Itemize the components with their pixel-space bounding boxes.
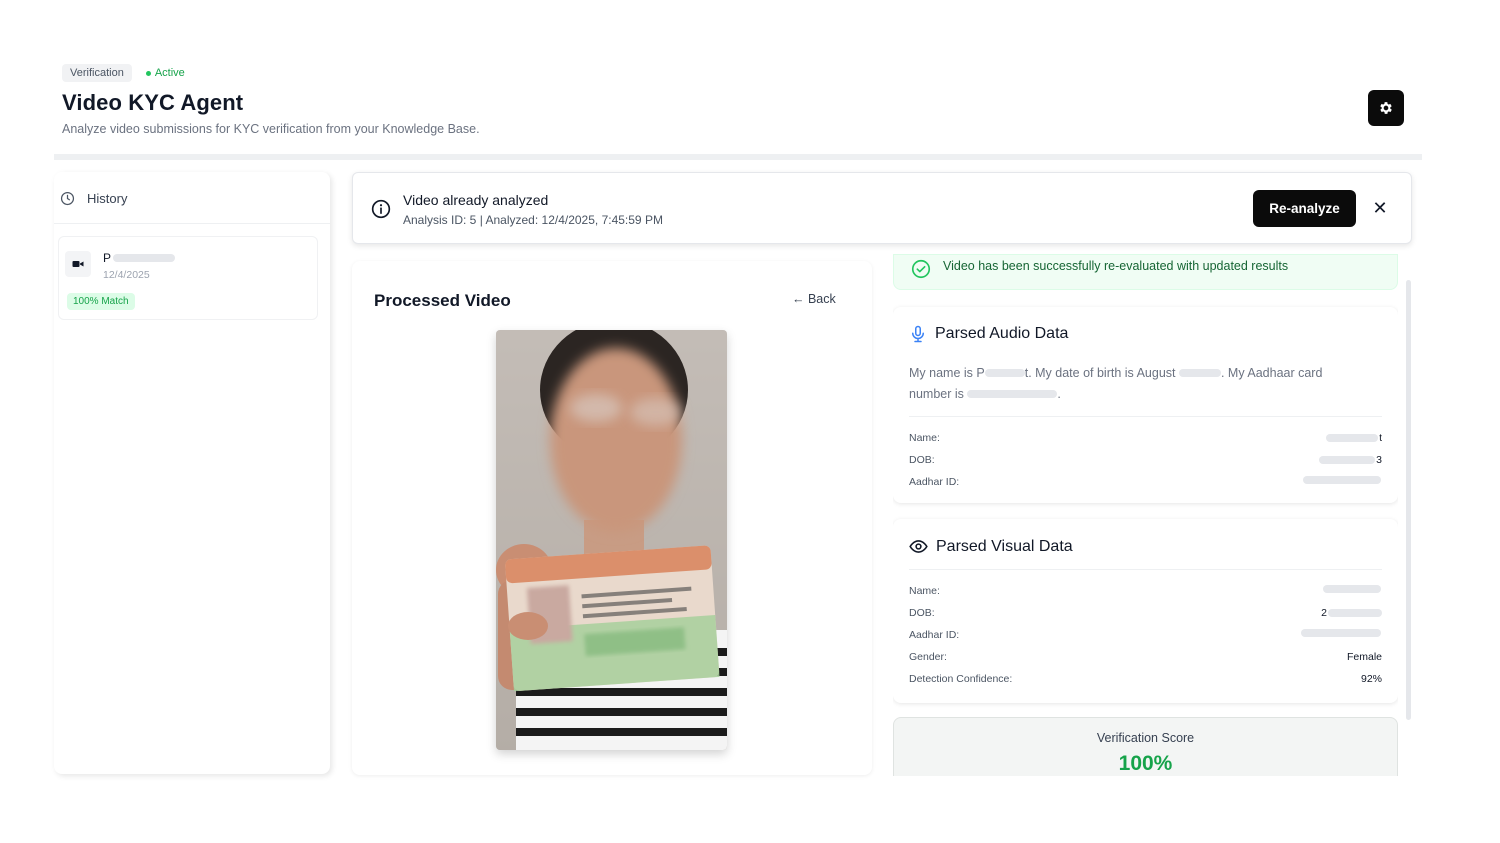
field-label: Gender:: [909, 651, 947, 663]
field-value: t: [1326, 432, 1382, 444]
reanalyze-button[interactable]: Re-analyze: [1253, 190, 1356, 227]
visual-field-row: Aadhar ID:: [909, 629, 1382, 643]
visual-field-row: DOB: 2: [909, 607, 1382, 621]
breadcrumb-verification[interactable]: Verification: [62, 64, 132, 82]
settings-button[interactable]: [1368, 90, 1404, 126]
close-icon[interactable]: ✕: [1371, 197, 1389, 219]
history-item-name: P: [103, 251, 176, 265]
history-sidebar: History P 12/4/2025 100% Match: [54, 172, 330, 774]
visual-field-row: Name:: [909, 585, 1382, 599]
gear-icon: [1380, 102, 1392, 114]
status-badge: Active: [145, 67, 185, 79]
history-title: History: [87, 191, 128, 206]
redacted-text: [967, 390, 1058, 398]
parsed-visual-header: Parsed Visual Data: [909, 537, 1073, 556]
page-title: Video KYC Agent: [62, 90, 244, 115]
audio-field-row: Aadhar ID:: [909, 476, 1382, 490]
match-badge: 100% Match: [67, 293, 135, 310]
video-title: Processed Video: [374, 291, 511, 310]
card-divider: [909, 569, 1382, 570]
audio-transcript: My name is Pt. My date of birth is Augus…: [909, 366, 1323, 401]
field-value: 92%: [1360, 673, 1382, 685]
video-player[interactable]: [496, 330, 727, 750]
field-label: Name:: [909, 432, 940, 444]
info-icon: [371, 199, 391, 219]
field-label: DOB:: [909, 454, 935, 466]
history-header: History: [54, 172, 330, 206]
field-label: Aadhar ID:: [909, 629, 960, 641]
card-divider: [909, 416, 1382, 417]
success-text: Video has been successfully re-evaluated…: [943, 259, 1289, 273]
status-label: Active: [154, 67, 185, 79]
history-item[interactable]: P 12/4/2025 100% Match: [58, 236, 318, 320]
field-label: Name:: [909, 585, 940, 597]
parsed-audio-title: Parsed Audio Data: [935, 325, 1069, 342]
audio-field-row: Name: t: [909, 432, 1382, 446]
notice-meta: Analysis ID: 5 | Analyzed: 12/4/2025, 7:…: [403, 213, 663, 227]
video-frame-image: [496, 330, 727, 750]
parsed-visual-card: Parsed Visual Data Name: DOB: 2 Aadhar I…: [893, 519, 1398, 703]
verification-score-label: Verification Score: [1096, 731, 1195, 745]
field-value: [1323, 585, 1382, 593]
verification-score-card: Verification Score 100%: [893, 717, 1398, 776]
history-item-date: 12/4/2025: [103, 269, 150, 281]
video-icon: [65, 251, 91, 277]
parsed-audio-header: Parsed Audio Data: [909, 325, 1068, 343]
analysis-notice: Video already analyzed Analysis ID: 5 | …: [352, 172, 1412, 244]
parsed-visual-title: Parsed Visual Data: [936, 537, 1073, 555]
redacted-text: [984, 369, 1025, 377]
clock-icon: [60, 191, 75, 206]
field-label: Detection Confidence:: [909, 673, 1013, 685]
notice-title: Video already analyzed: [403, 192, 549, 208]
parsed-audio-card: Parsed Audio Data My name is Pt. My date…: [893, 307, 1398, 503]
processed-video-card: Processed Video ← Back: [352, 261, 872, 775]
field-value: 3: [1319, 454, 1382, 466]
breadcrumb: Verification Active: [62, 64, 1422, 82]
status-dot-icon: [145, 70, 151, 76]
results-scrollbar[interactable]: [1406, 280, 1411, 720]
back-button[interactable]: ← Back: [792, 292, 836, 306]
field-value: [1301, 629, 1382, 637]
header-divider: [54, 154, 1422, 160]
results-column: Video has been successfully re-evaluated…: [893, 254, 1398, 776]
redacted-text: [113, 254, 176, 262]
verification-score-value: 100%: [1118, 752, 1173, 775]
field-label: Aadhar ID:: [909, 476, 960, 488]
field-label: DOB:: [909, 607, 935, 619]
page-header: Verification Active Video KYC Agent Anal…: [62, 64, 1422, 136]
audio-field-row: DOB: 3: [909, 454, 1382, 468]
visual-field-row: Gender: Female: [909, 651, 1382, 665]
field-value: Female: [1346, 651, 1382, 663]
history-divider: [54, 223, 330, 224]
page-subtitle: Analyze video submissions for KYC verifi…: [62, 122, 480, 136]
field-value: [1303, 476, 1382, 484]
microphone-icon: [912, 325, 924, 343]
redacted-text: [1178, 369, 1221, 377]
check-circle-icon: [911, 259, 931, 279]
visual-field-row: Detection Confidence: 92%: [909, 673, 1382, 687]
eye-icon: [909, 540, 928, 553]
success-banner: Video has been successfully re-evaluated…: [893, 254, 1398, 290]
field-value: 2: [1321, 607, 1382, 619]
